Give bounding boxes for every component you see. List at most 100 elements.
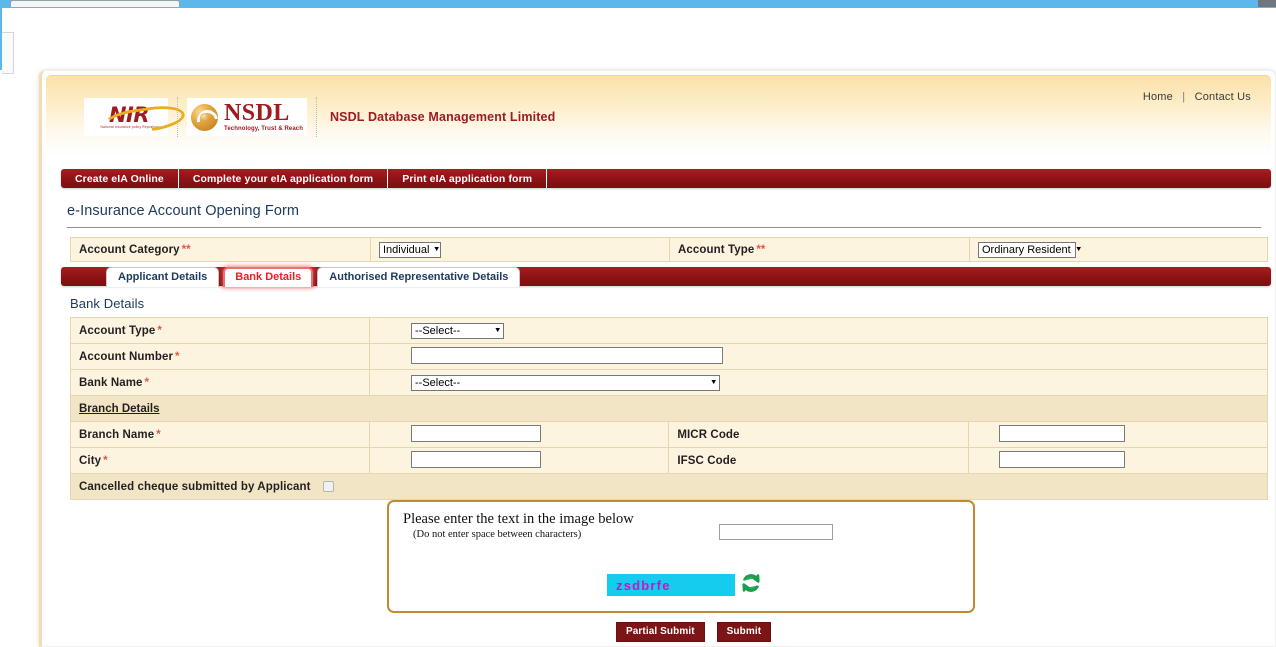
bank-details-table: Account Type * --Select-- ▼ Account Numbe…	[70, 317, 1269, 500]
captcha-image: zsdbrfe	[607, 574, 735, 596]
table-row: Branch Details	[70, 395, 1268, 422]
browser-side-panel	[2, 32, 14, 74]
account-type-select-value: Ordinary Resident	[982, 243, 1071, 256]
account-number-label: Account Number	[79, 350, 174, 363]
account-number-label-cell: Account Number *	[70, 343, 370, 370]
cancelled-cheque-cell: Cancelled cheque submitted by Applicant	[70, 473, 1268, 500]
partial-submit-button[interactable]: Partial Submit	[616, 622, 705, 642]
city-label-cell: City *	[70, 447, 370, 474]
bank-name-select-value: --Select--	[415, 376, 461, 389]
ifsc-code-input[interactable]	[998, 450, 1125, 468]
ifsc-code-value-cell	[967, 447, 1269, 474]
bank-account-type-value-cell: --Select-- ▼	[369, 317, 1268, 344]
account-category-value-cell: Individual ▼	[370, 237, 670, 262]
cancelled-cheque-label: Cancelled cheque submitted by Applicant	[79, 480, 311, 493]
chevron-down-icon: ▼	[433, 245, 441, 253]
ifsc-code-label: IFSC Code	[677, 454, 737, 467]
branch-name-label: Branch Name	[79, 428, 155, 441]
micr-code-input[interactable]	[998, 424, 1125, 442]
table-row: Account Category ** Individual ▼ Account …	[70, 237, 1268, 262]
browser-viewport-blank	[0, 8, 1276, 74]
captcha-input[interactable]	[719, 524, 833, 540]
account-type-label: Account Type	[678, 243, 755, 256]
account-number-value-cell	[369, 343, 1268, 370]
form-tab-bar: Applicant Details Bank Details Authorise…	[61, 267, 1271, 287]
account-category-bar: Account Category ** Individual ▼ Account …	[70, 237, 1268, 262]
bank-name-label: Bank Name	[79, 376, 143, 389]
logo-row: NIR National Insurance policy Repository…	[84, 94, 555, 140]
bank-account-type-select-value: --Select--	[415, 324, 461, 337]
main-navigation-bar: Create eIA Online Complete your eIA appl…	[61, 169, 1271, 188]
browser-window-control[interactable]	[1258, 0, 1276, 7]
bank-name-select[interactable]: --Select-- ▼	[411, 374, 720, 391]
bank-account-type-label-cell: Account Type *	[70, 317, 370, 344]
account-category-select-value: Individual	[383, 243, 430, 256]
chevron-down-icon: ▼	[709, 378, 718, 386]
nir-logo-wordmark: NIR	[103, 105, 149, 125]
tab-applicant-details[interactable]: Applicant Details	[106, 267, 220, 287]
account-category-select[interactable]: Individual ▼	[379, 241, 441, 258]
browser-tab[interactable]	[10, 0, 180, 7]
form-actions: Partial Submit Submit	[616, 622, 772, 642]
branch-name-value-cell	[368, 421, 670, 448]
bank-name-required-mark: *	[144, 376, 150, 389]
contact-us-link[interactable]: Contact Us	[1195, 91, 1251, 103]
city-required-mark: *	[103, 454, 108, 467]
site-header: Home | Contact Us NIR National Insurance…	[46, 75, 1271, 157]
nsdl-logo-tagline: Technology, Trust & Reach	[224, 125, 303, 132]
section-title: Bank Details	[70, 296, 145, 311]
account-type-select[interactable]: Ordinary Resident ▼	[978, 241, 1082, 258]
bank-name-label-cell: Bank Name *	[70, 369, 370, 396]
city-value-cell	[368, 447, 670, 474]
table-row: Account Number *	[70, 343, 1268, 370]
bank-account-type-select[interactable]: --Select-- ▼	[411, 322, 504, 339]
page-container: Home | Contact Us NIR National Insurance…	[39, 70, 1276, 647]
chevron-down-icon: ▼	[493, 326, 502, 334]
chevron-down-icon: ▼	[1074, 245, 1083, 253]
city-label: City	[79, 454, 102, 467]
account-category-required-mark: **	[181, 243, 191, 256]
bank-name-value-cell: --Select-- ▼	[369, 369, 1268, 396]
micr-code-label: MICR Code	[677, 428, 740, 441]
tab-bank-details[interactable]: Bank Details	[223, 267, 314, 287]
nav-item-create-eia-online[interactable]: Create eIA Online	[61, 169, 179, 188]
account-number-required-mark: *	[175, 350, 180, 363]
branch-name-required-mark: *	[156, 428, 161, 441]
nir-logo[interactable]: NIR National Insurance policy Repository	[84, 98, 168, 136]
table-row: Branch Name * MICR Code	[70, 421, 1269, 448]
branch-details-header-cell: Branch Details	[70, 395, 1268, 422]
micr-code-value-cell	[967, 421, 1269, 448]
city-input[interactable]	[411, 450, 541, 468]
branch-details-header: Branch Details	[79, 402, 160, 415]
account-type-required-mark: **	[756, 243, 766, 256]
tab-authorised-representative-details[interactable]: Authorised Representative Details	[317, 267, 521, 287]
account-category-label-cell: Account Category **	[70, 237, 371, 262]
branch-name-label-cell: Branch Name *	[70, 421, 370, 448]
nsdl-logo-text: NSDL	[224, 99, 290, 126]
home-link[interactable]: Home	[1143, 91, 1173, 103]
submit-button[interactable]: Submit	[716, 622, 772, 642]
table-row: Cancelled cheque submitted by Applicant	[70, 473, 1268, 500]
nsdl-circular-arrows-icon	[191, 103, 218, 131]
account-number-input[interactable]	[411, 346, 723, 364]
account-category-label: Account Category	[79, 243, 180, 256]
captcha-note: (Do not enter space between characters)	[413, 529, 582, 540]
nav-separator: |	[1182, 91, 1186, 103]
nsdl-logo[interactable]: NSDL Technology, Trust & Reach	[187, 98, 307, 136]
branch-name-input[interactable]	[411, 424, 541, 442]
bank-account-type-label: Account Type	[79, 324, 156, 337]
company-name: NSDL Database Management Limited	[329, 110, 556, 124]
captcha-panel: Please enter the text in the image below…	[387, 500, 975, 613]
nsdl-logo-wordmark: NSDL Technology, Trust & Reach	[224, 99, 303, 133]
captcha-prompt: Please enter the text in the image below	[403, 511, 634, 527]
bank-account-type-required-mark: *	[157, 324, 162, 337]
refresh-icon[interactable]	[741, 573, 761, 593]
nav-item-print-eia-application-form[interactable]: Print eIA application form	[388, 169, 548, 188]
nav-item-complete-eia-application-form[interactable]: Complete your eIA application form	[179, 169, 389, 188]
browser-tab-strip	[0, 0, 1276, 8]
logo-divider-right	[315, 97, 317, 137]
page-title: e-Insurance Account Opening Form	[67, 203, 300, 219]
cancelled-cheque-checkbox[interactable]	[322, 480, 334, 492]
table-row: Bank Name * --Select-- ▼	[70, 369, 1268, 396]
utility-nav: Home | Contact Us	[1143, 91, 1251, 103]
